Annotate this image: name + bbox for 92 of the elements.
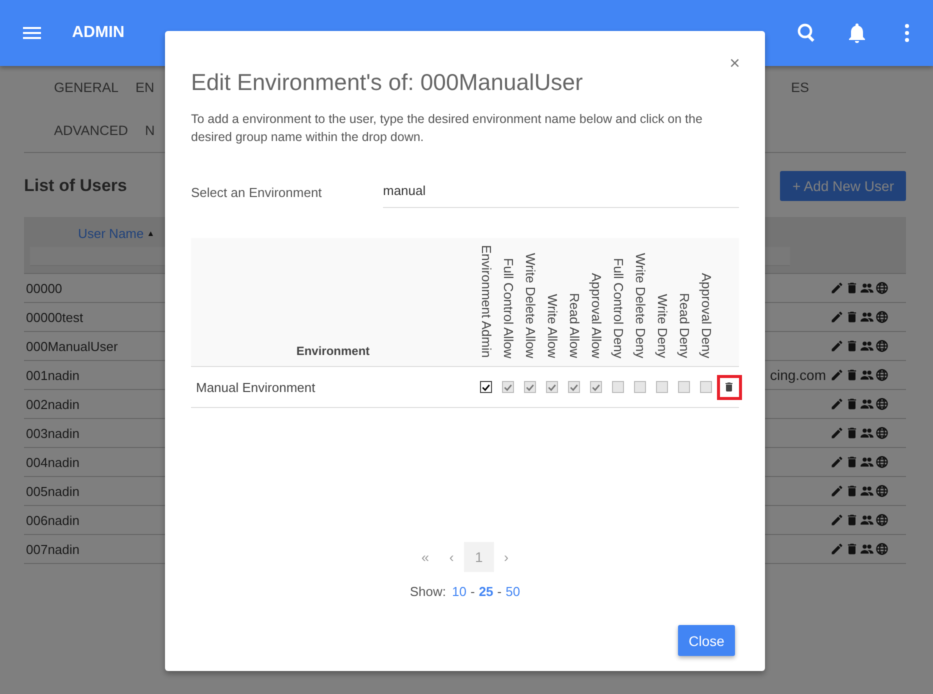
globe-icon[interactable] (875, 310, 889, 324)
delete-icon[interactable] (845, 339, 859, 353)
edit-icon[interactable] (830, 455, 844, 469)
table-cell-text: 00000test (26, 310, 84, 324)
column-header: Full Control Deny (610, 258, 627, 358)
add-user-button[interactable]: + Add New User (780, 171, 906, 201)
table-cell-text: 005nadin (26, 484, 80, 498)
tab[interactable]: N (145, 123, 155, 138)
edit-icon[interactable] (830, 339, 844, 353)
table-cell-text: 000ManualUser (26, 338, 119, 354)
globe-icon[interactable] (875, 397, 889, 411)
delete-icon[interactable] (845, 281, 859, 295)
edit-icon[interactable] (830, 310, 844, 324)
delete-icon[interactable] (845, 542, 859, 556)
globe-icon[interactable] (875, 426, 889, 440)
dialog-description: To add a environment to the user, type the desired environment name below and click on the desired group name within the drop down. (191, 111, 704, 146)
delete-icon[interactable] (845, 397, 859, 411)
column-header: Environment (295, 344, 371, 358)
close-button[interactable]: Close (678, 625, 735, 656)
delete-icon[interactable] (845, 484, 859, 498)
page-size-link[interactable]: 50 (506, 584, 520, 599)
globe-icon[interactable] (875, 281, 889, 295)
column-header: Write Delete Allow (522, 252, 539, 358)
edit-icon[interactable] (830, 368, 844, 382)
table-cell-text: 004nadin (26, 454, 80, 470)
close-button[interactable]: × (729, 53, 740, 74)
globe-icon[interactable] (875, 368, 889, 382)
table-cell-text: Manual Environment (195, 380, 316, 394)
globe-icon[interactable] (875, 484, 889, 498)
tab[interactable]: ES (790, 80, 809, 95)
globe-icon[interactable] (875, 513, 889, 527)
group-icon[interactable] (860, 397, 874, 411)
globe-icon[interactable] (875, 339, 889, 353)
table-cell-text: 00000 (26, 280, 64, 296)
dialog-title: Edit Environment's of: 000ManualUser (191, 69, 584, 96)
globe-icon[interactable] (875, 542, 889, 556)
column-header: Write Allow (544, 294, 561, 358)
delete-icon[interactable] (845, 310, 859, 324)
column-header[interactable]: User Name (78, 226, 144, 240)
globe-icon[interactable] (875, 455, 889, 469)
delete-icon[interactable] (845, 513, 859, 527)
column-header: Environment Admin (478, 245, 495, 358)
delete-icon[interactable] (845, 426, 859, 440)
first-page-button[interactable]: « (411, 549, 440, 565)
column-header: Full Control Allow (500, 258, 517, 358)
sort-arrow[interactable]: ▲ (146, 228, 155, 238)
separator-text: - (470, 584, 475, 599)
tab[interactable]: GENERAL (54, 80, 119, 95)
page-size-link[interactable]: 10 (452, 584, 466, 599)
edit-icon[interactable] (830, 542, 844, 556)
group-icon[interactable] (860, 281, 874, 295)
previous-page-button[interactable]: ‹ (439, 549, 464, 565)
edit-icon[interactable] (830, 281, 844, 295)
column-header: Approval Allow (588, 272, 605, 358)
group-icon[interactable] (860, 368, 874, 382)
column-header: Read Deny (676, 292, 693, 358)
separator-text: - (497, 584, 502, 599)
table-cell-text: 001nadin (26, 368, 80, 382)
edit-icon[interactable] (830, 426, 844, 440)
delete-icon[interactable] (723, 381, 735, 393)
edit-icon[interactable] (830, 484, 844, 498)
delete-icon[interactable] (845, 455, 859, 469)
group-icon[interactable] (860, 339, 874, 353)
environment-field[interactable]: manual (383, 176, 739, 208)
table-cell-text: 006nadin (26, 512, 80, 528)
column-header: Approval Deny (698, 272, 715, 358)
column-header: Write Deny (654, 294, 671, 358)
group-icon[interactable] (860, 310, 874, 324)
group-icon[interactable] (860, 513, 874, 527)
list-title: List of Users (24, 176, 127, 196)
app-title: ADMIN (72, 24, 124, 42)
group-icon[interactable] (860, 426, 874, 440)
table-cell-text: 003nadin (26, 426, 80, 440)
table-cell-text: cing.com (768, 367, 827, 383)
group-icon[interactable] (860, 455, 874, 469)
column-header: Write Delete Deny (632, 252, 649, 358)
group-icon[interactable] (860, 484, 874, 498)
edit-icon[interactable] (830, 397, 844, 411)
table-cell-text: 002nadin (26, 396, 80, 412)
column-header: Read Allow (566, 292, 583, 358)
field-label: Select an Environment (191, 184, 323, 200)
table-cell-text: 007nadin (26, 542, 80, 556)
next-page-button[interactable]: › (494, 549, 519, 565)
tab[interactable]: ADVANCED (54, 123, 128, 138)
page-button[interactable]: 1 (464, 542, 494, 572)
show-label: Show: (410, 584, 446, 599)
checkbox[interactable] (480, 381, 492, 393)
edit-icon[interactable] (830, 513, 844, 527)
page-size-link[interactable]: 25 (478, 584, 494, 599)
tab[interactable]: EN (136, 80, 154, 95)
group-icon[interactable] (860, 542, 874, 556)
delete-icon[interactable] (845, 368, 859, 382)
